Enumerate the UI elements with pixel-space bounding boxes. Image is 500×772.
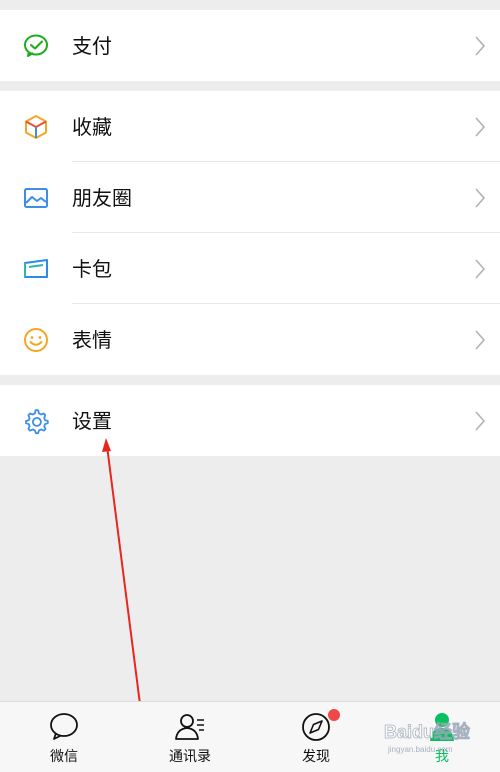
settings-group-settings: 设置 xyxy=(0,385,500,456)
chevron-right-icon xyxy=(474,329,486,351)
picture-icon xyxy=(22,184,50,212)
menu-item-payment[interactable]: 支付 xyxy=(0,10,500,81)
chevron-right-icon xyxy=(474,116,486,138)
tab-contacts[interactable]: 通讯录 xyxy=(140,702,240,772)
tab-discover[interactable]: 发现 xyxy=(266,702,366,772)
menu-item-label: 支付 xyxy=(72,33,112,58)
menu-item-stickers[interactable]: 表情 xyxy=(0,304,500,375)
tab-label: 通讯录 xyxy=(169,749,211,765)
settings-group-payment: 支付 xyxy=(0,10,500,81)
bottom-tab-bar: 微信 通讯录 发现 我 xyxy=(0,701,500,772)
tab-label: 微信 xyxy=(50,749,78,765)
menu-item-moments[interactable]: 朋友圈 xyxy=(0,162,500,233)
menu-item-label: 收藏 xyxy=(72,114,112,139)
tab-me[interactable]: 我 xyxy=(392,702,492,772)
tab-chats[interactable]: 微信 xyxy=(14,702,114,772)
menu-item-label: 朋友圈 xyxy=(72,185,132,210)
menu-item-settings[interactable]: 设置 xyxy=(0,385,500,456)
person-icon xyxy=(425,710,459,744)
menu-item-card-wallet[interactable]: 卡包 xyxy=(0,233,500,304)
tab-label: 我 xyxy=(435,749,449,765)
chevron-right-icon xyxy=(474,410,486,432)
gear-icon xyxy=(22,407,50,435)
me-page-screen: 支付 收藏 朋友圈 卡包 表情 设置 微信 通讯录 发现 我 Baidu经验 j… xyxy=(0,0,500,772)
chevron-right-icon xyxy=(474,258,486,280)
tab-label: 发现 xyxy=(302,749,330,765)
smiley-icon xyxy=(22,326,50,354)
wallet-check-icon xyxy=(22,32,50,60)
contacts-icon xyxy=(173,710,207,744)
chevron-right-icon xyxy=(474,35,486,57)
card-icon xyxy=(22,255,50,283)
menu-item-label: 卡包 xyxy=(72,256,112,281)
menu-item-label: 表情 xyxy=(72,327,112,352)
menu-item-label: 设置 xyxy=(72,408,112,433)
notification-dot xyxy=(328,709,340,721)
settings-group-content: 收藏 朋友圈 卡包 表情 xyxy=(0,91,500,375)
cube-icon xyxy=(22,113,50,141)
chevron-right-icon xyxy=(474,187,486,209)
chat-bubble-icon xyxy=(47,710,81,744)
menu-item-favorites[interactable]: 收藏 xyxy=(0,91,500,162)
